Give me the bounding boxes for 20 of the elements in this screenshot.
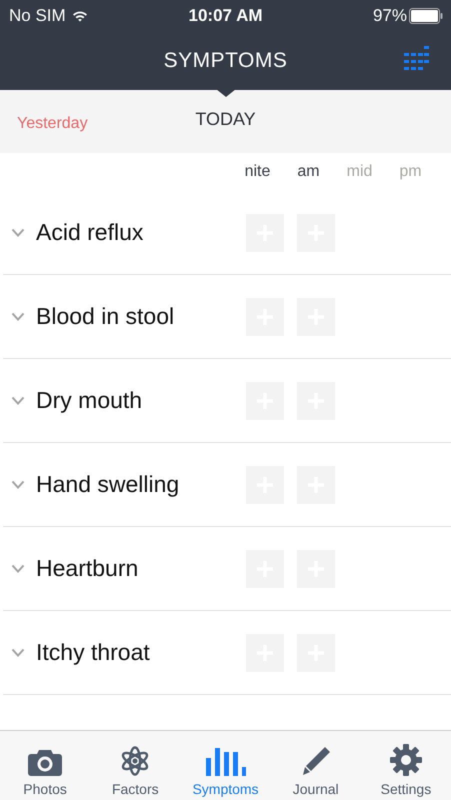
- current-day-label: TODAY: [195, 109, 256, 130]
- symptom-name: Heartburn: [36, 555, 140, 582]
- symptom-name: Hand swelling: [36, 471, 180, 498]
- symptom-name: Dry mouth: [36, 387, 144, 414]
- symptom-name: Itchy throat: [36, 639, 151, 666]
- tab-button[interactable]: Settings: [360, 731, 451, 800]
- time-column-label: nite: [244, 163, 272, 181]
- symptom-name: Acid reflux: [36, 219, 144, 246]
- symptom-name: Blood in stool: [36, 303, 176, 330]
- tab-button[interactable]: Journal: [270, 731, 361, 800]
- carrier-text: No SIM: [9, 6, 66, 26]
- clock-text: 10:07 AM: [188, 6, 262, 26]
- tab-button[interactable]: Factors: [90, 731, 180, 800]
- screen-title: SYMPTOMS: [164, 49, 288, 73]
- time-column-label: pm: [398, 163, 423, 181]
- time-column-label: mid: [346, 163, 374, 181]
- time-column-label: am: [296, 163, 321, 181]
- battery-text: 97%: [372, 6, 407, 26]
- tab-button[interactable]: Photos: [0, 731, 90, 800]
- tab-button[interactable]: Symptoms: [180, 731, 271, 800]
